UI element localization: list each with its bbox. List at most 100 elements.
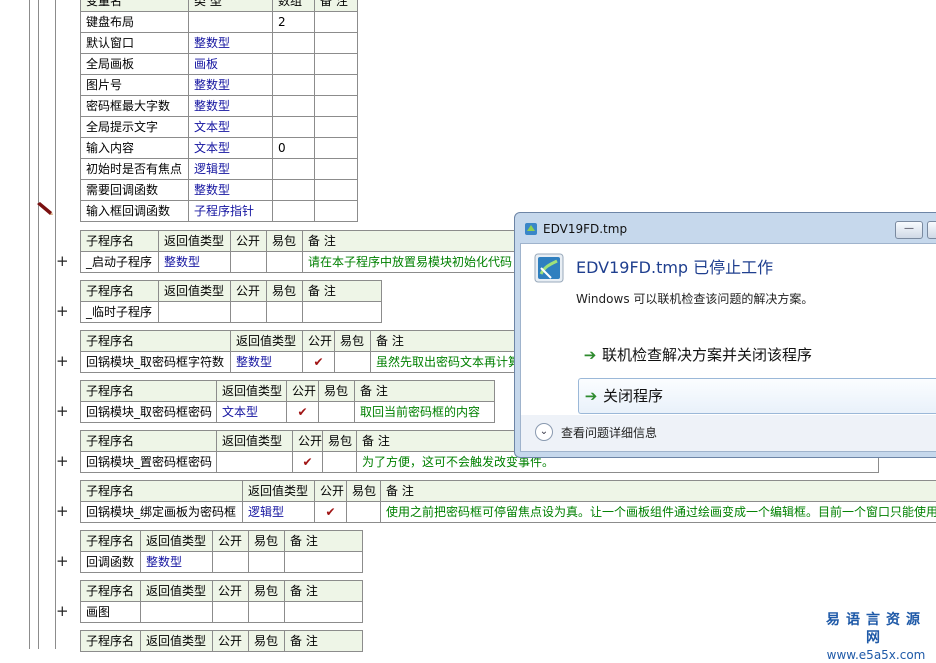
subroutine-row[interactable]: 回调函数整数型 bbox=[81, 552, 363, 573]
variable-array[interactable] bbox=[273, 96, 315, 117]
package-flag[interactable] bbox=[249, 602, 285, 623]
variable-row[interactable]: 全局画板画板 bbox=[81, 54, 358, 75]
variable-note[interactable] bbox=[315, 54, 358, 75]
return-type[interactable]: 逻辑型 bbox=[243, 502, 315, 523]
return-type[interactable]: 文本型 bbox=[217, 402, 287, 423]
variable-type[interactable]: 整数型 bbox=[189, 75, 273, 96]
public-flag[interactable] bbox=[231, 252, 267, 273]
variable-row[interactable]: 需要回调函数整数型 bbox=[81, 180, 358, 201]
expand-toggle-icon[interactable]: + bbox=[56, 504, 68, 518]
package-flag[interactable] bbox=[249, 552, 285, 573]
public-flag[interactable]: ✔ bbox=[293, 452, 323, 473]
package-flag[interactable] bbox=[319, 402, 355, 423]
variable-type[interactable]: 整数型 bbox=[189, 33, 273, 54]
variable-name[interactable]: 图片号 bbox=[81, 75, 189, 96]
subroutine-row[interactable]: 回锅模块_取密码框字符数整数型✔ 虽然先取出密码文本再计算 bbox=[81, 352, 521, 373]
variable-name[interactable]: 输入内容 bbox=[81, 138, 189, 159]
subroutine-name[interactable]: 回锅模块_置密码框密码 bbox=[81, 452, 217, 473]
expand-toggle-icon[interactable]: + bbox=[56, 354, 68, 368]
variable-note[interactable] bbox=[315, 12, 358, 33]
subroutine-note[interactable]: 虽然先取出密码文本再计算 bbox=[371, 352, 521, 373]
variable-name[interactable]: 全局画板 bbox=[81, 54, 189, 75]
variable-note[interactable] bbox=[315, 138, 358, 159]
expand-toggle-icon[interactable]: + bbox=[56, 604, 68, 618]
view-details-link[interactable]: 查看问题详细信息 bbox=[561, 424, 657, 441]
package-flag[interactable] bbox=[323, 452, 357, 473]
variable-name[interactable]: 全局提示文字 bbox=[81, 117, 189, 138]
minimize-button[interactable]: — bbox=[895, 221, 923, 239]
return-type[interactable] bbox=[217, 452, 293, 473]
public-flag[interactable]: ✔ bbox=[287, 402, 319, 423]
variable-row[interactable]: 初始时是否有焦点逻辑型 bbox=[81, 159, 358, 180]
subroutine-row[interactable]: 回锅模块_绑定画板为密码框逻辑型✔ 使用之前把密码框可停留焦点设为真。让一个画板组… bbox=[81, 502, 936, 523]
subroutine-name[interactable]: 画图 bbox=[81, 602, 141, 623]
variable-note[interactable] bbox=[315, 201, 358, 222]
subroutine-name[interactable]: 回锅模块_取密码框字符数 bbox=[81, 352, 231, 373]
close-program-option[interactable]: ➔关闭程序 bbox=[578, 378, 936, 414]
subroutine-note[interactable] bbox=[303, 302, 382, 323]
public-flag[interactable] bbox=[231, 302, 267, 323]
expand-toggle-icon[interactable]: + bbox=[56, 254, 68, 268]
variable-array[interactable] bbox=[273, 54, 315, 75]
variable-row[interactable]: 输入框回调函数子程序指针 bbox=[81, 201, 358, 222]
variable-note[interactable] bbox=[315, 159, 358, 180]
variable-array[interactable] bbox=[273, 180, 315, 201]
package-flag[interactable] bbox=[267, 302, 303, 323]
package-flag[interactable] bbox=[267, 252, 303, 273]
public-flag[interactable]: ✔ bbox=[315, 502, 347, 523]
close-button[interactable] bbox=[927, 221, 936, 239]
variable-array[interactable] bbox=[273, 159, 315, 180]
variable-note[interactable] bbox=[315, 96, 358, 117]
variable-array[interactable] bbox=[273, 117, 315, 138]
variable-row[interactable]: 全局提示文字文本型 bbox=[81, 117, 358, 138]
subroutine-row[interactable]: 画图 bbox=[81, 602, 363, 623]
subroutine-name[interactable]: 回锅模块_取密码框密码 bbox=[81, 402, 217, 423]
subroutine-row[interactable]: _启动子程序整数型请在本子程序中放置易模块初始化代码 bbox=[81, 252, 559, 273]
variable-row[interactable]: 键盘布局 2 bbox=[81, 12, 358, 33]
variable-type[interactable] bbox=[189, 12, 273, 33]
variable-array[interactable]: 2 bbox=[273, 12, 315, 33]
subroutine-note[interactable] bbox=[285, 552, 363, 573]
subroutine-row[interactable]: _临时子程序 bbox=[81, 302, 382, 323]
return-type[interactable] bbox=[141, 602, 213, 623]
subroutine-name[interactable]: 回调函数 bbox=[81, 552, 141, 573]
subroutine-note[interactable] bbox=[285, 602, 363, 623]
variable-name[interactable]: 密码框最大字数 bbox=[81, 96, 189, 117]
package-flag[interactable] bbox=[335, 352, 371, 373]
variable-note[interactable] bbox=[315, 180, 358, 201]
variable-note[interactable] bbox=[315, 117, 358, 138]
expand-toggle-icon[interactable]: + bbox=[56, 554, 68, 568]
variable-array[interactable] bbox=[273, 201, 315, 222]
public-flag[interactable]: ✔ bbox=[303, 352, 335, 373]
chevron-down-icon[interactable]: ⌄ bbox=[535, 423, 553, 441]
variable-name[interactable]: 需要回调函数 bbox=[81, 180, 189, 201]
return-type[interactable]: 整数型 bbox=[141, 552, 213, 573]
expand-toggle-icon[interactable]: + bbox=[56, 404, 68, 418]
variable-row[interactable]: 默认窗口整数型 bbox=[81, 33, 358, 54]
public-flag[interactable] bbox=[213, 552, 249, 573]
variable-array[interactable]: 0 bbox=[273, 138, 315, 159]
return-type[interactable]: 整数型 bbox=[231, 352, 303, 373]
variable-note[interactable] bbox=[315, 33, 358, 54]
subroutine-name[interactable]: _启动子程序 bbox=[81, 252, 159, 273]
subroutine-note[interactable]: 使用之前把密码框可停留焦点设为真。让一个画板组件通过绘画变成一个编辑框。目前一个… bbox=[381, 502, 936, 523]
subroutine-name[interactable]: 回锅模块_绑定画板为密码框 bbox=[81, 502, 243, 523]
variable-type[interactable]: 整数型 bbox=[189, 180, 273, 201]
variable-type[interactable]: 整数型 bbox=[189, 96, 273, 117]
check-online-option[interactable]: ➔联机检查解决方案并关闭该程序 bbox=[578, 338, 936, 372]
variable-row[interactable]: 图片号整数型 bbox=[81, 75, 358, 96]
variable-type[interactable]: 子程序指针 bbox=[189, 201, 273, 222]
variable-name[interactable]: 默认窗口 bbox=[81, 33, 189, 54]
expand-toggle-icon[interactable]: + bbox=[56, 454, 68, 468]
public-flag[interactable] bbox=[213, 602, 249, 623]
subroutine-note[interactable]: 取回当前密码框的内容 bbox=[355, 402, 495, 423]
variable-name[interactable]: 键盘布局 bbox=[81, 12, 189, 33]
subroutine-name[interactable]: _临时子程序 bbox=[81, 302, 159, 323]
variable-type[interactable]: 文本型 bbox=[189, 138, 273, 159]
variable-type[interactable]: 画板 bbox=[189, 54, 273, 75]
subroutine-row[interactable]: 回锅模块_取密码框密码文本型✔ 取回当前密码框的内容 bbox=[81, 402, 495, 423]
variable-name[interactable]: 初始时是否有焦点 bbox=[81, 159, 189, 180]
return-type[interactable]: 整数型 bbox=[159, 252, 231, 273]
variable-array[interactable] bbox=[273, 75, 315, 96]
variable-type[interactable]: 文本型 bbox=[189, 117, 273, 138]
